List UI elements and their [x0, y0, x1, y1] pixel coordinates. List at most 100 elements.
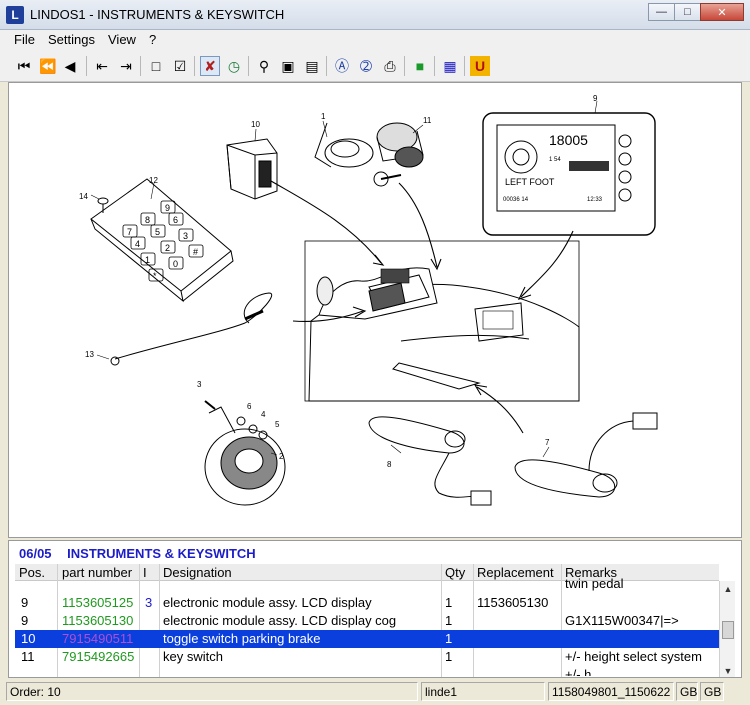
menu-view[interactable]: View: [108, 32, 136, 47]
first-page-icon[interactable]: ⏮: [14, 56, 34, 76]
cell-part-number[interactable]: 1153605130: [62, 613, 133, 628]
green-book-icon[interactable]: ■: [410, 56, 430, 76]
close-icon: ✕: [717, 6, 727, 19]
minimize-icon: —: [656, 6, 667, 18]
cell-part-number[interactable]: 7915490511: [62, 631, 133, 646]
cell-qty: 1: [445, 595, 453, 610]
sensor-7-drawing: [514, 412, 658, 498]
cell-designation: toggle switch parking brake: [163, 631, 321, 646]
callout-label: 6: [247, 402, 252, 411]
keypad-key: 7: [127, 227, 132, 237]
status-user: linde1: [421, 682, 545, 701]
toggle-switch-drawing: [226, 128, 278, 200]
section-code: 06/05: [19, 546, 52, 561]
prev-group-icon[interactable]: ⏪: [38, 56, 58, 76]
status-language-2: GB: [700, 682, 724, 701]
minimize-button[interactable]: —: [648, 3, 675, 21]
lcd-small-value: 1 54: [549, 157, 561, 163]
callout-label: 7: [545, 438, 550, 447]
keypad-key: 8: [145, 215, 150, 225]
print-icon[interactable]: ⎙: [380, 56, 400, 76]
cell-qty: 1: [445, 631, 453, 646]
callout-label: 3: [197, 380, 202, 389]
menu-file[interactable]: File: [14, 32, 35, 47]
table-row-selected[interactable]: 10 7915490511 toggle switch parking brak…: [15, 630, 719, 648]
parts-table-body: twin pedal 9 1153605125 3 electronic mod…: [15, 576, 719, 677]
zoom-icon[interactable]: ⚲: [254, 56, 274, 76]
scroll-down-icon[interactable]: ▼: [720, 663, 736, 677]
lcd-counter: 00036 14: [503, 197, 529, 203]
cell-pos: 9: [21, 595, 29, 610]
callout-label: 11: [423, 116, 432, 125]
keypad-key: 2: [165, 243, 170, 253]
cell-part-number[interactable]: 1153605125: [62, 595, 133, 610]
keypad-key: 9: [165, 203, 170, 213]
lock-cylinder-drawing: [376, 122, 424, 168]
section-heading: 06/05 INSTRUMENTS & KEYSWITCH: [19, 546, 256, 561]
section-title: INSTRUMENTS & KEYSWITCH: [67, 546, 256, 561]
table-row[interactable]: +/- h ...: [15, 666, 719, 676]
keypad-key: #: [193, 247, 198, 257]
title-bar: L LINDOS1 - INSTRUMENTS & KEYSWITCH — □ …: [0, 0, 750, 30]
menu-settings[interactable]: Settings: [48, 32, 95, 47]
lcd-time: 12:33: [587, 197, 603, 203]
lcd-digits: 18005: [549, 132, 588, 148]
cell-designation: electronic module assy. LCD display: [163, 595, 372, 610]
status-bar: Order: 10 linde1 1158049801_1150622 GB G…: [0, 680, 750, 705]
lcd-display-drawing: 18005 1 54 LEFT FOOT 00036 14 12:33: [482, 100, 656, 236]
parts-scrollbar[interactable]: ▲ ▼: [719, 581, 736, 677]
cell-qty: 1: [445, 613, 453, 628]
cell-part-number[interactable]: 7915492665: [62, 649, 134, 664]
search-2-icon[interactable]: ➁: [356, 56, 376, 76]
maximize-icon: □: [684, 6, 691, 18]
bookmark-back-icon[interactable]: ⇤: [92, 56, 112, 76]
lcd-message: LEFT FOOT: [505, 177, 555, 187]
blue-grid-icon[interactable]: ▦: [440, 56, 460, 76]
keypad-key: *: [153, 271, 157, 281]
cell-pos: 9: [21, 613, 29, 628]
exploded-drawing[interactable]: 7 8 9 4 5 6 1 2 3 * 0 # 18005 1 54 LEFT …: [8, 82, 742, 538]
close-button[interactable]: ✕: [700, 3, 744, 21]
pick-icon[interactable]: ✘: [200, 56, 220, 76]
clock-icon[interactable]: ◷: [224, 56, 244, 76]
search-a-icon[interactable]: Ⓐ: [332, 56, 352, 76]
scroll-thumb[interactable]: [722, 621, 734, 639]
maximize-button[interactable]: □: [674, 3, 701, 21]
cell-remarks: twin pedal: [565, 576, 624, 591]
keypad-key: 5: [155, 227, 160, 237]
callout-label: 10: [251, 120, 260, 129]
status-ids: 1158049801_1150622: [548, 682, 674, 701]
callout-label: 12: [149, 176, 158, 185]
table-row[interactable]: 9 1153605130 electronic module assy. LCD…: [15, 612, 719, 630]
cell-remarks: +/- height select system: [565, 649, 702, 664]
cell-designation: key switch: [163, 649, 223, 664]
cable-drawing: [96, 292, 272, 366]
scroll-up-icon[interactable]: ▲: [720, 581, 736, 597]
status-order: Order: 10: [6, 682, 418, 701]
dashboard-drawing: [304, 240, 580, 402]
prev-icon[interactable]: ◀: [60, 56, 80, 76]
u-icon[interactable]: U: [470, 56, 490, 76]
menu-help[interactable]: ?: [149, 32, 156, 47]
window-controls: — □ ✕: [648, 3, 744, 21]
keypad-key: 6: [173, 215, 178, 225]
page-icon[interactable]: ▣: [278, 56, 298, 76]
callout-label: 4: [261, 410, 266, 419]
table-row[interactable]: twin pedal: [15, 575, 719, 593]
table-row[interactable]: 11 7915492665 key switch 1 +/- height se…: [15, 648, 719, 666]
order-list-icon[interactable]: ☑: [170, 56, 190, 76]
keypad-key: 4: [135, 239, 140, 249]
toolbar: ⏮ ⏪ ◀ ⇤ ⇥ □ ☑ ✘ ◷ ⚲ ▣ ▤ Ⓐ ➁ ⎙ ■ ▦ U: [0, 50, 750, 82]
cart-icon[interactable]: □: [146, 56, 166, 76]
callout-label: 8: [387, 460, 392, 469]
callout-label: 13: [85, 350, 94, 359]
bookmark-forward-icon[interactable]: ⇥: [116, 56, 136, 76]
menu-bar: File Settings View ?: [0, 30, 750, 50]
horn-drawing: [204, 400, 286, 506]
cell-pos: 11: [21, 649, 35, 664]
cell-replacement[interactable]: 1153605130: [477, 595, 548, 610]
cell-designation: electronic module assy. LCD display cog: [163, 613, 397, 628]
page-alt-icon[interactable]: ▤: [302, 56, 322, 76]
table-row[interactable]: 9 1153605125 3 electronic module assy. L…: [15, 594, 719, 612]
keypad-key: 3: [183, 231, 188, 241]
